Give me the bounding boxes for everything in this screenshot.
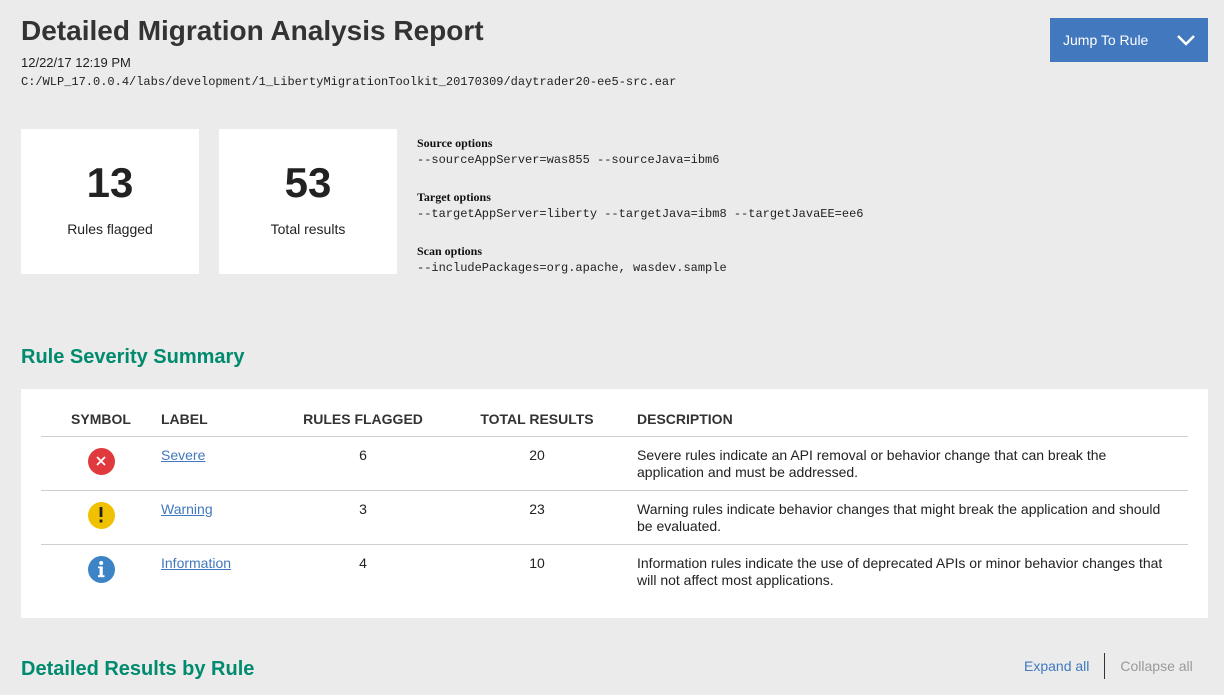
rule-severity-summary-title: Rule Severity Summary (21, 346, 245, 368)
source-options-heading: Source options (417, 136, 493, 150)
source-options-value: --sourceAppServer=was855 --sourceJava=ib… (417, 153, 720, 167)
report-path: C:/WLP_17.0.0.4/labs/development/1_Liber… (21, 75, 677, 89)
severe-x-icon (87, 447, 115, 475)
severe-link[interactable]: Severe (161, 447, 205, 463)
col-rules-flagged: RULES FLAGGED (289, 403, 437, 437)
total-results-label: Total results (270, 221, 346, 237)
page-title: Detailed Migration Analysis Report (21, 15, 484, 46)
severity-summary-panel: SYMBOL LABEL RULES FLAGGED TOTAL RESULTS… (21, 389, 1208, 618)
rules-flagged-count: 13 (86, 159, 134, 206)
warning-description: Warning rules indicate behavior changes … (637, 490, 1188, 545)
target-options-heading: Target options (417, 190, 491, 204)
warning-exclamation-icon (87, 501, 115, 529)
target-options-value: --targetAppServer=liberty --targetJava=i… (417, 207, 864, 221)
warning-rules-flagged: 3 (289, 490, 437, 545)
table-row: Warning 3 23 Warning rules indicate beha… (41, 490, 1188, 545)
divider (1104, 653, 1106, 679)
total-results-card: 53 Total results (219, 129, 397, 274)
detailed-results-title: Detailed Results by Rule (21, 658, 255, 680)
collapse-all-link[interactable]: Collapse all (1120, 658, 1192, 674)
warning-total-results: 23 (437, 490, 637, 545)
report-date: 12/22/17 12:19 PM (21, 55, 131, 70)
chevron-down-icon (1176, 34, 1196, 46)
information-rules-flagged: 4 (359, 554, 367, 571)
scan-options-heading: Scan options (417, 244, 483, 258)
col-label: LABEL (161, 403, 289, 437)
scan-options-value: --includePackages=org.apache, wasdev.sam… (417, 261, 727, 275)
col-total-results: TOTAL RESULTS (437, 403, 637, 437)
rules-flagged-label: Rules flagged (67, 221, 153, 237)
table-row: Information 4 10 Information rules indic… (41, 544, 1188, 598)
col-description: DESCRIPTION (637, 403, 1188, 437)
scan-options: Source options --sourceAppServer=was855 … (417, 136, 863, 298)
severe-total-results: 20 (437, 436, 637, 491)
severity-table: SYMBOL LABEL RULES FLAGGED TOTAL RESULTS… (41, 403, 1188, 598)
total-results-count: 53 (284, 159, 332, 206)
jump-to-rule-button[interactable]: Jump To Rule (1050, 18, 1208, 62)
information-description: Information rules indicate the use of de… (637, 554, 1163, 588)
info-icon (87, 555, 115, 583)
information-link[interactable]: Information (161, 555, 231, 571)
warning-link[interactable]: Warning (161, 501, 213, 517)
severe-description: Severe rules indicate an API removal or … (637, 436, 1188, 491)
information-total-results: 10 (529, 554, 545, 571)
expand-all-link[interactable]: Expand all (1024, 658, 1089, 674)
expand-collapse-controls: Expand all Collapse all (1024, 653, 1193, 679)
jump-to-rule-label: Jump To Rule (1063, 32, 1149, 48)
severe-rules-flagged: 6 (289, 436, 437, 491)
table-row: Severe 6 20 Severe rules indicate an API… (41, 436, 1188, 491)
rules-flagged-card: 13 Rules flagged (21, 129, 199, 274)
col-symbol: SYMBOL (41, 403, 161, 437)
